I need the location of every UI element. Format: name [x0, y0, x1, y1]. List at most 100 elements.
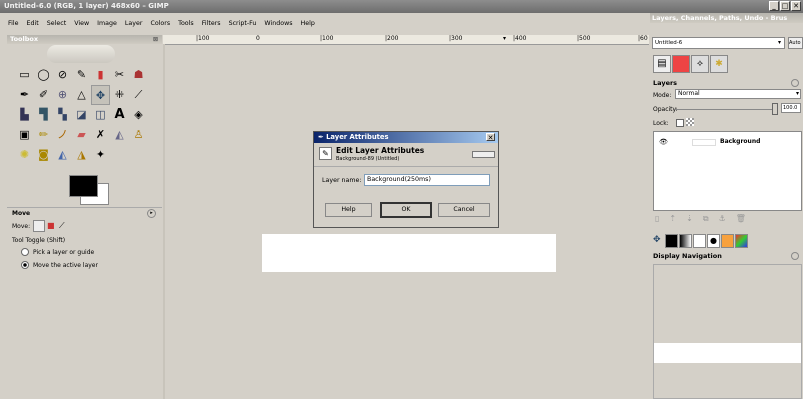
toolbox-close-icon[interactable]: ⊠ [153, 35, 158, 44]
tab-gradient-icon[interactable] [679, 234, 692, 248]
opacity-slider[interactable] [675, 109, 778, 110]
clone-icon[interactable]: ♙ [129, 125, 148, 145]
airbrush-icon[interactable]: ✗ [91, 125, 110, 145]
rect-select-icon[interactable]: ▭ [15, 65, 34, 85]
tab-brush-icon[interactable] [693, 234, 706, 248]
tab-undo-icon[interactable]: ✱ [710, 55, 728, 73]
foreground-color-swatch[interactable] [69, 175, 98, 197]
option-pick-layer[interactable]: Pick a layer or guide [21, 248, 94, 256]
rotate-icon[interactable]: ▙ [15, 105, 34, 125]
scissors-icon[interactable]: ✂ [110, 65, 129, 85]
navigation-config-icon[interactable] [791, 252, 799, 260]
lower-layer-icon[interactable]: ⇣ [686, 214, 693, 224]
maximize-button[interactable]: □ [780, 1, 790, 11]
measure-icon[interactable]: △ [72, 85, 91, 105]
tab-font-icon[interactable] [735, 234, 748, 248]
flip-icon[interactable]: ◫ [91, 105, 110, 125]
opacity-value-input[interactable]: 100.0 [781, 103, 801, 113]
layer-name-input[interactable]: Background(250ms) [364, 174, 490, 186]
new-layer-icon[interactable]: ▯ [655, 214, 659, 224]
menu-edit[interactable]: Edit [27, 20, 39, 32]
free-select-icon[interactable]: ⊘ [53, 65, 72, 85]
mode-select[interactable]: Normal ▾ [675, 89, 801, 99]
lock-pixels-checkbox[interactable] [676, 119, 684, 127]
minimize-button[interactable]: _ [769, 1, 779, 11]
color-select-icon[interactable]: ▮ [91, 65, 110, 85]
crop-icon[interactable]: ⟋ [129, 85, 148, 105]
menu-help[interactable]: Help [301, 20, 315, 32]
move-selection-mode-icon[interactable]: ■ [47, 221, 55, 230]
tab-colors-icon[interactable] [665, 234, 678, 248]
heal-icon[interactable]: ✺ [15, 145, 34, 165]
cancel-button[interactable]: Cancel [438, 203, 490, 217]
menu-image[interactable]: Image [97, 20, 117, 32]
pencil-icon[interactable]: ✏ [34, 125, 53, 145]
delete-layer-icon[interactable]: 🗑 [736, 214, 746, 224]
menu-select[interactable]: Select [47, 20, 66, 32]
zoom-icon[interactable]: ⊕ [53, 85, 72, 105]
tab-channels-icon[interactable] [672, 55, 690, 73]
move-icon[interactable]: ✥ [91, 85, 110, 105]
navigation-preview[interactable] [653, 264, 802, 399]
tab-paths-icon[interactable]: ⟡ [691, 55, 709, 73]
tool-options-config-icon[interactable]: ▸ [147, 209, 156, 218]
text-icon[interactable]: A [110, 105, 129, 125]
dodge-burn-icon[interactable]: ✦ [91, 145, 110, 165]
menu-tools[interactable]: Tools [178, 20, 194, 32]
anchor-layer-icon[interactable]: ⚓ [719, 214, 726, 224]
align-icon[interactable]: ⁜ [110, 85, 129, 105]
dialog-titlebar: ✒ Layer Attributes ✕ [314, 132, 498, 143]
layer-name[interactable]: Background [720, 138, 760, 145]
color-picker-icon[interactable]: ✐ [34, 85, 53, 105]
move-path-mode-icon[interactable]: ⟋ [59, 221, 65, 231]
close-button[interactable]: ✕ [791, 1, 801, 11]
radio-pick-layer-icon[interactable] [21, 248, 29, 256]
menu-filters[interactable]: Filters [202, 20, 221, 32]
layer-row[interactable]: 👁 Background [654, 136, 801, 148]
tab-pattern-icon[interactable]: ● [707, 234, 720, 248]
menu-file[interactable]: File [8, 20, 19, 32]
image-canvas[interactable] [262, 234, 556, 272]
menu-script-fu[interactable]: Script-Fu [229, 20, 257, 32]
tab-layers-icon[interactable]: ▤ [653, 55, 671, 73]
auto-button[interactable]: Auto [788, 37, 803, 49]
blend-icon[interactable]: ▣ [15, 125, 34, 145]
paths-icon[interactable]: ✒ [15, 85, 34, 105]
duplicate-layer-icon[interactable]: ⧉ [703, 214, 709, 224]
option-move-active-layer[interactable]: Move the active layer [21, 261, 98, 269]
ruler-tick: |400 [513, 35, 527, 42]
blur-icon[interactable]: ◭ [53, 145, 72, 165]
chevron-down-icon[interactable]: ▾ [796, 90, 799, 98]
perspective-clone-icon[interactable]: ◙ [34, 145, 53, 165]
eraser-icon[interactable]: ▰ [72, 125, 91, 145]
foreground-select-icon[interactable]: ☗ [129, 65, 148, 85]
ink-icon[interactable]: ◭ [110, 125, 129, 145]
tab-nav-move-icon[interactable]: ✥ [653, 234, 664, 246]
bucket-fill-icon[interactable]: ◈ [129, 105, 148, 125]
eye-icon[interactable]: 👁 [659, 138, 668, 146]
fuzzy-select-icon[interactable]: ✎ [72, 65, 91, 85]
dialog-close-button[interactable]: ✕ [486, 133, 495, 142]
layers-config-icon[interactable] [791, 79, 799, 87]
menu-windows[interactable]: Windows [264, 20, 292, 32]
paintbrush-icon[interactable]: ノ [53, 125, 72, 145]
menu-view[interactable]: View [74, 20, 89, 32]
lock-alpha-icon[interactable] [686, 118, 694, 126]
menu-layer[interactable]: Layer [125, 20, 143, 32]
radio-move-active-icon[interactable] [21, 261, 29, 269]
tab-palette-icon[interactable] [721, 234, 734, 248]
shear-icon[interactable]: ▚ [53, 105, 72, 125]
perspective-icon[interactable]: ◪ [72, 105, 91, 125]
help-button[interactable]: Help [325, 203, 372, 217]
scale-icon[interactable]: ▜ [34, 105, 53, 125]
menu-colors[interactable]: Colors [150, 20, 170, 32]
opacity-slider-handle[interactable] [772, 103, 778, 115]
image-select[interactable]: Untitled-6 ▾ [652, 37, 785, 49]
smudge-icon[interactable]: ◮ [72, 145, 91, 165]
move-layer-mode-icon[interactable] [33, 220, 45, 232]
ok-button[interactable]: OK [380, 202, 432, 218]
move-label: Move: [12, 223, 31, 230]
ellipse-select-icon[interactable]: ◯ [34, 65, 53, 85]
raise-layer-icon[interactable]: ⇡ [669, 214, 676, 224]
chevron-down-icon[interactable]: ▾ [778, 38, 781, 48]
